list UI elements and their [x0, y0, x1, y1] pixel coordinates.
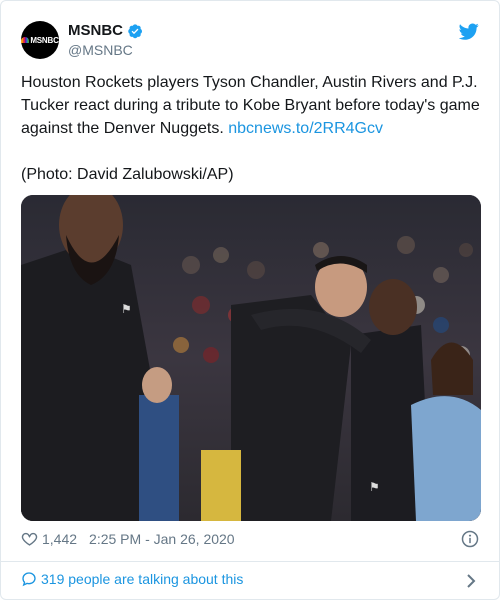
display-name[interactable]: MSNBC	[68, 22, 123, 39]
name-row: MSNBC	[68, 22, 143, 39]
tweet-link[interactable]: nbcnews.to/2RR4Gcv	[228, 120, 383, 137]
svg-text:⚑: ⚑	[121, 302, 132, 316]
conversation-link[interactable]: 319 people are talking about this	[21, 571, 243, 587]
like-count[interactable]: 1,442	[42, 531, 77, 547]
tweet-photo[interactable]: ⚑ ⚑	[21, 195, 481, 521]
chevron-right-icon[interactable]	[465, 573, 477, 589]
twitter-logo-icon[interactable]	[459, 21, 479, 41]
heart-icon[interactable]	[21, 530, 38, 547]
comment-bubble-icon	[22, 572, 36, 587]
tweet-card: MSNBC MSNBC @MSNBC Houston Rockets playe…	[0, 0, 500, 600]
timestamp[interactable]: 2:25 PM - Jan 26, 2020	[89, 531, 235, 547]
svg-text:⚑: ⚑	[369, 480, 380, 494]
divider	[1, 561, 499, 562]
tweet-meta: 1,442 2:25 PM - Jan 26, 2020	[21, 530, 235, 547]
handle[interactable]: @MSNBC	[68, 42, 133, 58]
info-icon[interactable]	[461, 530, 479, 548]
tweet-text: Houston Rockets players Tyson Chandler, …	[21, 71, 481, 140]
talking-count: 319 people are talking about this	[41, 571, 244, 587]
peacock-logo-icon	[21, 37, 30, 43]
verified-badge-icon	[128, 23, 142, 38]
avatar-text: MSNBC	[30, 35, 59, 45]
photo-credit: (Photo: David Zalubowski/AP)	[21, 166, 234, 183]
avatar[interactable]: MSNBC	[21, 21, 59, 59]
photo-illustration: ⚑ ⚑	[21, 195, 481, 521]
